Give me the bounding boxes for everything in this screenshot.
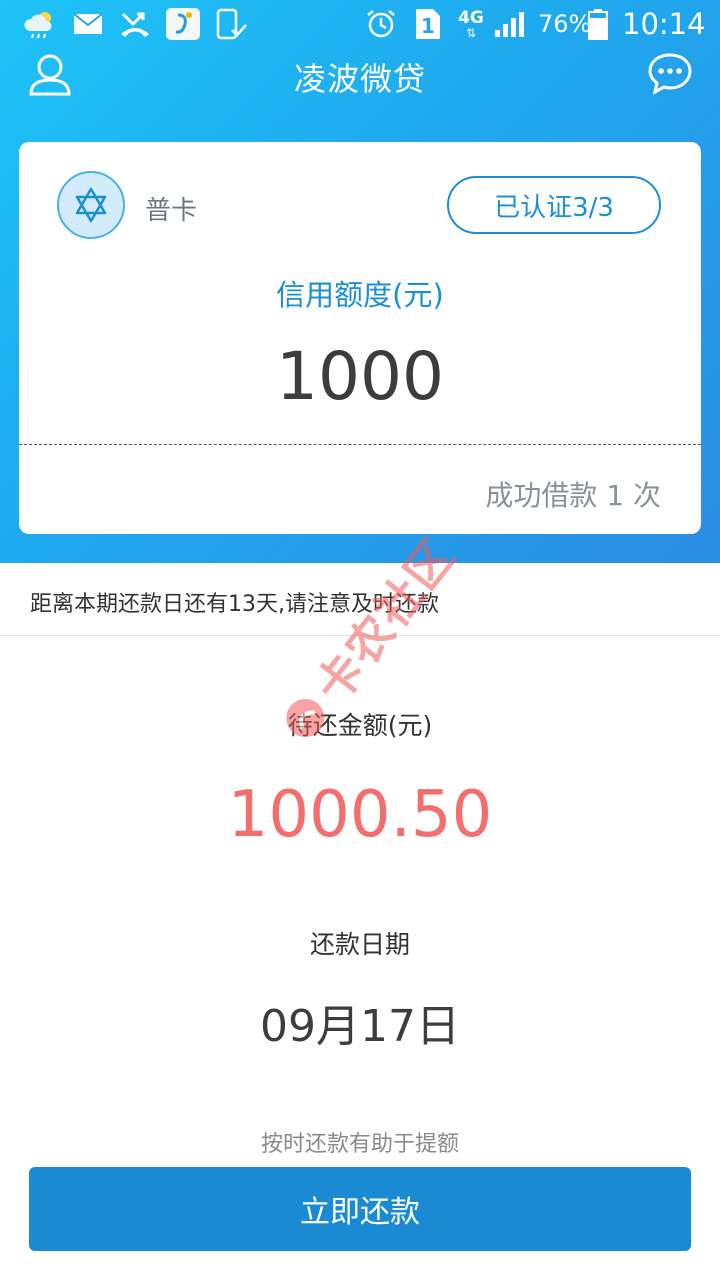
data-arrows: ⇅ [465, 26, 477, 40]
due-amount-label: 待还金额(元) [287, 711, 433, 740]
message-icon[interactable] [644, 48, 696, 100]
star-badge-icon [57, 171, 125, 239]
repayment-hint: 按时还款有助于提额 [260, 1132, 459, 1157]
battery-percent: 76% [538, 10, 592, 38]
loan-success-count: 成功借款 1 次 [485, 479, 661, 512]
phone-check-icon [214, 8, 248, 40]
credit-limit-title: 信用额度(元) [276, 278, 444, 312]
status-bar: 1 4G ⇅ 76% 10:14 [0, 0, 720, 48]
missed-call-icon [118, 8, 152, 40]
credit-limit-value: 1000 [276, 338, 444, 415]
due-date-value: 09月17日 [260, 1001, 460, 1052]
clock-time: 10:14 [622, 7, 706, 41]
network-type-label: 4G [458, 8, 484, 28]
svg-text:1: 1 [421, 14, 435, 38]
due-amount-value: 1000.50 [227, 778, 493, 852]
mail-icon [72, 8, 104, 40]
card-level-label: 普卡 [145, 196, 198, 226]
network-4g-icon: 4G ⇅ [454, 8, 488, 40]
battery-icon [586, 8, 610, 40]
app-notification-icon [164, 8, 202, 40]
app-bar: 凌波微贷 [0, 48, 720, 100]
repayment-notice: 距离本期还款日还有13天,请注意及时还款 [30, 592, 439, 617]
alarm-icon [364, 8, 398, 40]
section-divider [0, 635, 720, 636]
signal-icon [492, 8, 528, 40]
credit-limit-card: 普卡 已认证3/3 信用额度(元) 1000 成功借款 1 次 [19, 142, 701, 534]
page-title: 凌波微贷 [293, 60, 426, 98]
dashed-divider [19, 444, 701, 445]
due-date-label: 还款日期 [309, 930, 410, 959]
weather-cloud-icon [22, 8, 58, 40]
verified-status-button[interactable]: 已认证3/3 [447, 176, 661, 234]
sim-icon: 1 [414, 8, 442, 40]
repay-now-button[interactable]: 立即还款 [29, 1167, 691, 1251]
